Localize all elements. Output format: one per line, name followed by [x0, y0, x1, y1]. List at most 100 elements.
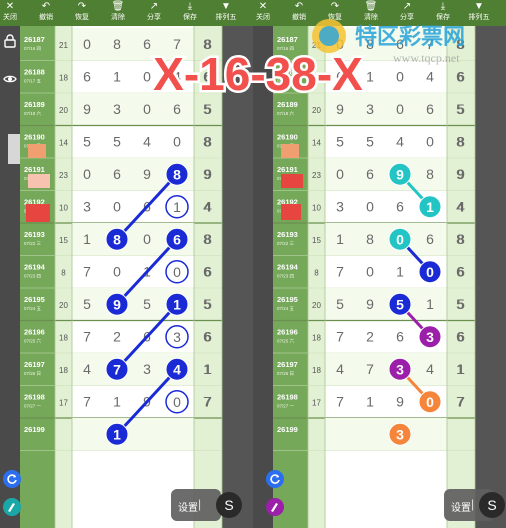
- period-number: 26199: [24, 425, 45, 434]
- digit-cell: 0: [336, 166, 344, 182]
- ring-mark-value: 3: [173, 329, 181, 345]
- lock-icon[interactable]: [2, 34, 18, 50]
- digit-cell: 0: [113, 264, 121, 280]
- period-number: 26199: [277, 425, 298, 434]
- period-number: 26190: [277, 133, 298, 142]
- refresh-icon[interactable]: [3, 470, 21, 488]
- filled-mark-value: 1: [113, 426, 121, 442]
- digit-cell: 6: [396, 199, 404, 215]
- digit-cell: 1: [113, 394, 121, 410]
- toolbar-button-6[interactable]: ▼ 排列五: [208, 0, 244, 26]
- toolbar-label: 关闭: [256, 14, 270, 21]
- sum-value: 18: [59, 366, 68, 375]
- s-button[interactable]: S: [479, 492, 505, 518]
- ring-mark-value: 0: [173, 394, 181, 410]
- sum-value: 14: [312, 139, 321, 148]
- toolbar-button-3[interactable]: 🗑 清除: [100, 0, 136, 26]
- filled-mark-value: 6: [173, 231, 181, 247]
- digit-cell: 9: [366, 296, 374, 312]
- close-icon: ✕: [5, 1, 15, 12]
- blurred-image: [281, 144, 299, 158]
- digit-cell: 0: [83, 36, 91, 52]
- toolbar-button-5[interactable]: ⤓ 保存: [172, 0, 208, 26]
- digit-cell: 4: [426, 361, 434, 377]
- toolbar-button-4[interactable]: ↗ 分享: [136, 0, 172, 26]
- digit-cell: 5: [336, 134, 344, 150]
- tail-value: 6: [457, 69, 465, 85]
- period-number: 26189: [24, 100, 45, 109]
- sum-value: 21: [59, 41, 68, 50]
- blurred-image: [281, 174, 303, 188]
- digit-cell: 3: [336, 199, 344, 215]
- share-icon: ↗: [149, 1, 159, 12]
- triangle-down-icon: ▼: [221, 1, 231, 12]
- s-button[interactable]: S: [216, 492, 242, 518]
- sum-value: 15: [59, 236, 68, 245]
- period-date: 07/18 六: [277, 110, 295, 117]
- sum-value: 20: [312, 106, 321, 115]
- sum-value: 8: [61, 269, 66, 278]
- toolbar-button-0[interactable]: ✕ 关闭: [253, 0, 281, 26]
- tail-value: 7: [457, 394, 465, 410]
- filled-mark-value: 3: [396, 426, 404, 442]
- digit-cell: 3: [83, 199, 91, 215]
- eye-icon[interactable]: [2, 72, 18, 88]
- toolbar-button-1[interactable]: ↶ 撤销: [28, 0, 64, 26]
- number-banner: X-16-38-X: [151, 46, 366, 103]
- toolbar-label: 分享: [147, 14, 161, 21]
- toolbar-label: 排列五: [215, 14, 237, 21]
- settings-label: 设置: [451, 503, 471, 514]
- settings-button[interactable]: 设置 |: [171, 489, 221, 521]
- filled-mark-value: 0: [396, 231, 404, 247]
- right-gutter: [475, 26, 506, 528]
- digit-cell: 9: [83, 101, 91, 117]
- period-number: 26196: [24, 328, 45, 337]
- digit-cell: 5: [143, 296, 151, 312]
- toolbar-button-0[interactable]: ✕ 关闭: [0, 0, 28, 26]
- banner-text: X-16-38-X: [153, 48, 363, 100]
- period-date: 07/24 五: [24, 306, 42, 311]
- tail-value: 9: [457, 166, 465, 182]
- digit-cell: 7: [83, 264, 91, 280]
- row-stripe: [72, 418, 194, 451]
- period-number: 26194: [277, 263, 299, 272]
- digit-cell: 5: [113, 134, 121, 150]
- toolbar-button-2[interactable]: ↷ 恢复: [64, 0, 100, 26]
- filled-mark-value: 7: [113, 361, 121, 377]
- period-date: 07/27 一: [24, 404, 42, 409]
- filled-mark-value: 1: [173, 296, 181, 312]
- blurred-image: [8, 134, 20, 164]
- digit-cell: 7: [336, 264, 344, 280]
- filled-mark-value: 0: [426, 264, 434, 280]
- digit-cell: 2: [113, 329, 121, 345]
- settings-label: 设置: [178, 503, 198, 514]
- digit-cell: 5: [366, 134, 374, 150]
- tail-value: 8: [457, 231, 465, 247]
- pen-icon[interactable]: [3, 498, 21, 516]
- period-date: 07/24 五: [277, 306, 295, 311]
- refresh-icon[interactable]: [266, 470, 284, 488]
- period-date: 07/27 一: [277, 404, 295, 409]
- pen-icon[interactable]: [266, 498, 284, 516]
- toolbar-label: 保存: [183, 14, 197, 21]
- digit-cell: 1: [426, 296, 434, 312]
- period-date: 07/22 三: [277, 241, 295, 246]
- period-date: 07/25 六: [24, 338, 42, 345]
- download-icon: ⤓: [187, 1, 193, 12]
- tail-value: 6: [457, 329, 465, 345]
- redo-icon: ↷: [77, 1, 87, 12]
- digit-cell: 0: [173, 134, 181, 150]
- filled-mark-value: 0: [426, 394, 434, 410]
- ring-mark-value: 0: [173, 264, 181, 280]
- filled-mark-value: 3: [426, 329, 434, 345]
- separator: |: [471, 497, 475, 511]
- digit-cell: 5: [83, 134, 91, 150]
- period-date: 07/17 五: [24, 79, 42, 84]
- sum-value: 18: [59, 74, 68, 83]
- period-number: 26191: [277, 165, 298, 174]
- filled-mark-value: 1: [426, 199, 434, 215]
- period-number: 26198: [24, 393, 45, 402]
- digit-cell: 6: [366, 166, 374, 182]
- tail-value: 8: [204, 134, 212, 150]
- filled-mark-value: 8: [113, 231, 121, 247]
